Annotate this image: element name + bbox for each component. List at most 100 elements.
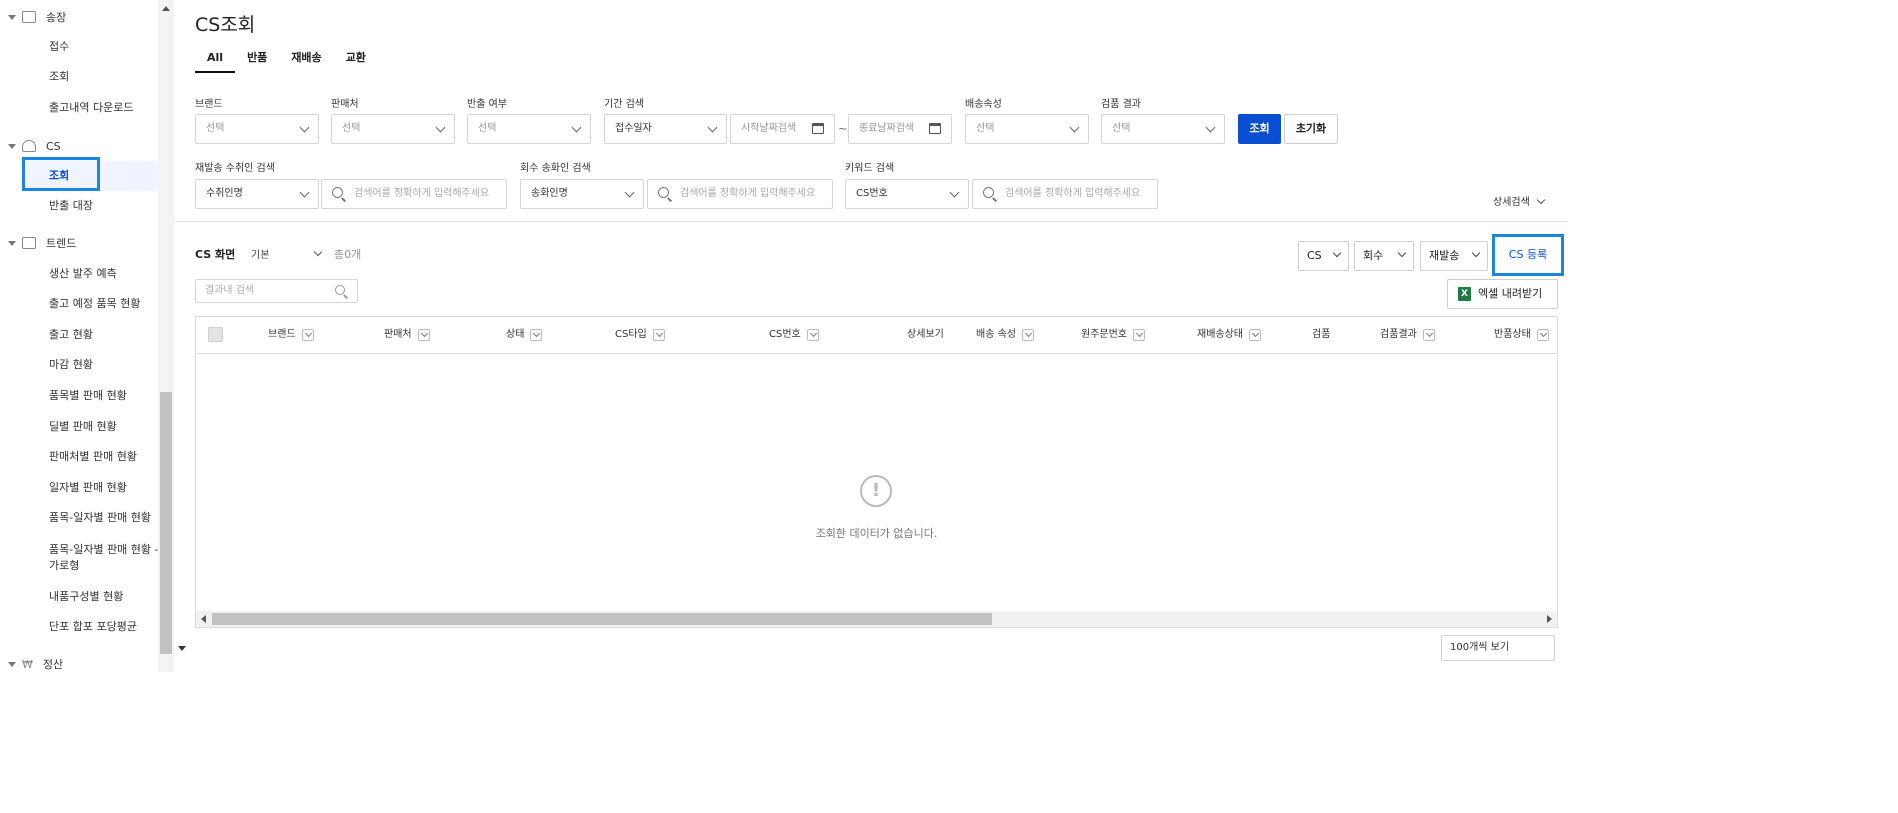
column-filter-icon[interactable] [1422,329,1435,341]
column-header-label: CS번호 [769,329,801,340]
sidebar-item-trend[interactable]: 판매처별 판매 현황 [49,448,137,466]
sidebar-item-trend[interactable]: 딜별 판매 현황 [49,418,117,436]
sidebar-group-trend[interactable]: 트렌드 [8,233,76,253]
calendar-icon[interactable] [929,123,941,134]
sidebar-item-invoice-lookup[interactable]: 조회 [49,68,69,86]
sidebar-item-trend[interactable]: 내품구성별 현황 [49,588,123,606]
excel-download-button[interactable]: X 엑셀 내려받기 [1447,279,1558,309]
empty-state-message: 조회한 데이터가 없습니다. [815,527,938,540]
tab-exchange[interactable]: 교환 [334,48,378,73]
column-header-inspection-result[interactable]: 검품결과 [1380,317,1435,353]
column-header-return-status[interactable]: 반품상태 [1494,317,1549,353]
sidebar-group-settlement[interactable]: ₩ 정산 [8,654,63,674]
search-icon [332,187,343,198]
cs-data-grid: 브랜드 판매처 상태 CS타입 CS번호 상세보기 배송 속성 원주문번호 재배… [195,316,1558,628]
column-header-label: 상태 [506,329,525,340]
chevron-down-icon [624,187,635,198]
sidebar-item-trend[interactable]: 마감 현황 [49,356,93,374]
cs-dropdown[interactable]: CS [1298,241,1349,271]
resend-dropdown[interactable]: 재발송 [1420,241,1488,271]
cs-register-button[interactable]: CS 등록 [1492,234,1564,276]
sidebar-item-trend[interactable]: 출고 현황 [49,326,93,344]
result-search-input[interactable]: 결과내 검색 [195,279,358,303]
scrollbar-thumb[interactable] [160,392,172,654]
start-date-input[interactable]: 시작날짜검색 [730,114,835,144]
sidebar-group-cs[interactable]: CS [8,136,61,156]
column-header-detail-view[interactable]: 상세보기 [907,317,944,353]
sidebar-item-trend[interactable]: 품목-일자별 판매 현황 [49,509,151,527]
column-header-label: 반품상태 [1494,329,1531,340]
column-header-cs-type[interactable]: CS타입 [615,317,665,353]
brand-select[interactable]: 선택 [195,114,319,144]
column-filter-icon[interactable] [417,329,430,341]
inspection-select[interactable]: 선택 [1101,114,1225,144]
reset-button[interactable]: 초기화 [1284,114,1338,144]
sidebar-item-cs-lookup[interactable]: 조회 [49,167,69,185]
scroll-left-icon[interactable] [201,615,206,623]
column-filter-icon[interactable] [1536,329,1549,341]
page-size-select[interactable]: 100개씩 보기 [1441,635,1555,661]
chevron-down-icon [1397,248,1407,258]
column-header-delivery-attr[interactable]: 배송 속성 [976,317,1034,353]
column-filter-icon[interactable] [1133,329,1145,341]
column-header-label: 검품결과 [1380,329,1417,340]
column-header-brand[interactable]: 브랜드 [268,317,314,353]
column-header-label: CS타입 [615,329,647,340]
column-header-inspection[interactable]: 검품 [1312,317,1330,353]
sidebar-item-trend[interactable]: 단포 합포 포당평균 [49,618,137,636]
sidebar-item-trend[interactable]: 생산 발주 예측 [49,265,117,283]
resend-recipient-select[interactable]: 수취인명 [195,179,319,209]
end-date-input[interactable]: 종료날짜검색 [848,114,952,144]
scroll-right-icon[interactable] [1547,615,1552,623]
chevron-down-icon [299,122,310,133]
search-button[interactable]: 조회 [1238,114,1281,144]
select-all-checkbox[interactable] [208,327,223,342]
sidebar-scrollbar[interactable] [158,0,174,672]
column-header-label: 재배송상태 [1197,329,1243,340]
scrollbar-thumb[interactable] [212,613,992,625]
keyword-search-input[interactable]: 검색어를 정확하게 입력해주세요 [972,179,1158,209]
period-type-select[interactable]: 접수일자 [604,114,727,144]
column-header-redelivery-status[interactable]: 재배송상태 [1197,317,1261,353]
column-header-seller[interactable]: 판매처 [384,317,430,353]
sidebar-item-invoice-receive[interactable]: 접수 [49,38,69,56]
tab-all[interactable]: All [195,48,236,73]
column-filter-icon[interactable] [652,329,665,341]
sidebar-item-trend[interactable]: 출고 예정 품목 현황 [49,295,140,313]
sidebar-item-trend[interactable]: 품목별 판매 현황 [49,387,127,405]
column-filter-icon[interactable] [806,329,819,341]
search-icon[interactable] [335,285,345,295]
sidebar-group-invoice[interactable]: 송장 [8,7,66,27]
resend-recipient-search-input[interactable]: 검색어를 정확하게 입력해주세요 [321,179,507,209]
sidebar-item-shipment-download[interactable]: 출고내역 다운로드 [49,99,133,117]
tab-return[interactable]: 반품 [235,48,279,73]
scroll-up-icon[interactable] [162,6,170,11]
detail-search-label: 상세검색 [1493,197,1530,208]
view-select[interactable]: 기본 [251,246,269,261]
period-type-value: 접수일자 [615,123,652,134]
collect-sender-search-input[interactable]: 검색어를 정확하게 입력해주세요 [647,179,833,209]
column-filter-icon[interactable] [1021,329,1034,341]
detail-search-toggle[interactable]: 상세검색 [1493,193,1546,208]
keyword-type-select[interactable]: CS번호 [845,179,969,209]
chevron-down-icon[interactable] [313,247,323,257]
calendar-icon[interactable] [812,123,824,134]
column-filter-icon[interactable] [1249,329,1261,341]
seller-select[interactable]: 선택 [331,114,455,144]
tab-redelivery[interactable]: 재배송 [279,48,333,73]
sidebar-item-trend[interactable]: 품목-일자별 판매 현황 - 가로형 [49,542,161,574]
column-header-status[interactable]: 상태 [506,317,543,353]
delivery-select[interactable]: 선택 [965,114,1089,144]
column-filter-icon[interactable] [530,329,543,341]
page-title: CS조회 [195,14,256,36]
sidebar-item-export-ledger[interactable]: 반출 대장 [49,197,93,215]
column-filter-icon[interactable] [301,329,314,341]
caret-down-icon [8,661,16,667]
collect-dropdown[interactable]: 회수 [1354,241,1414,271]
horizontal-scrollbar[interactable] [196,611,1557,627]
collect-sender-select[interactable]: 송화인명 [520,179,644,209]
column-header-original-order[interactable]: 원주문번호 [1081,317,1145,353]
sidebar-item-trend[interactable]: 일자별 판매 현황 [49,479,127,497]
export-select[interactable]: 선택 [467,114,591,144]
column-header-cs-number[interactable]: CS번호 [769,317,819,353]
